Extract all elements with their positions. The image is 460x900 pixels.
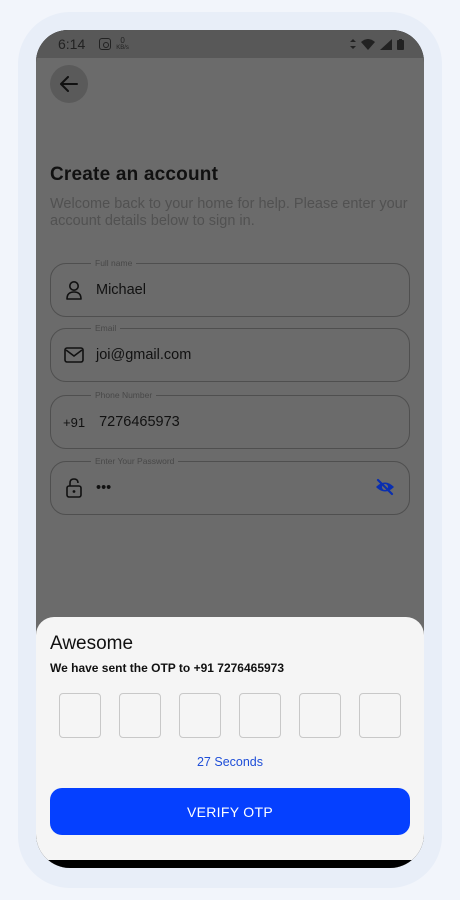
status-time: 6:14: [58, 36, 86, 52]
mail-icon: [63, 344, 85, 366]
instagram-icon: [99, 38, 112, 50]
eye-off-icon[interactable]: [375, 478, 395, 501]
arrow-left-icon: [60, 76, 78, 92]
full-name-field[interactable]: Full name Michael: [50, 257, 410, 317]
email-value: joi@gmail.com: [96, 347, 192, 363]
full-name-label: Full name: [91, 257, 137, 269]
otp-timer: 27 Seconds: [196, 755, 264, 769]
password-field[interactable]: Enter Your Password •••: [50, 455, 410, 515]
otp-digit-input[interactable]: [239, 693, 281, 738]
page-title: Create an account: [50, 164, 219, 185]
otp-bottom-sheet: Awesome We have sent the OTP to +91 7276…: [36, 617, 424, 868]
wifi-icon: [361, 38, 375, 50]
otp-sheet-title: Awesome: [50, 633, 134, 654]
phone-screen: 6:14 0 KB/s Create an account Welcome ba…: [36, 30, 424, 868]
status-bar: 6:14 0 KB/s: [36, 30, 424, 58]
page-subtitle: Welcome back to your home for help. Plea…: [50, 196, 408, 229]
network-speed-unit: KB/s: [116, 45, 129, 51]
otp-sheet-message: We have sent the OTP to +91 7276465973: [50, 661, 285, 675]
battery-icon: [397, 38, 404, 50]
data-arrows-icon: [350, 39, 356, 49]
otp-digit-input[interactable]: [179, 693, 221, 738]
email-field[interactable]: Email joi@gmail.com: [50, 322, 410, 382]
phone-field[interactable]: Phone Number +91 7276465973: [50, 389, 410, 449]
otp-input-row: [59, 693, 401, 738]
password-value: •••: [96, 480, 112, 496]
user-icon: [63, 279, 85, 301]
country-code: +91: [63, 414, 86, 430]
lock-icon: [63, 477, 85, 499]
phone-label: Phone Number: [91, 389, 157, 401]
otp-digit-input[interactable]: [359, 693, 401, 738]
back-button[interactable]: [50, 65, 88, 103]
network-speed: 0 KB/s: [116, 36, 129, 52]
otp-digit-input[interactable]: [299, 693, 341, 738]
home-indicator-bar: [36, 860, 424, 868]
status-icons: [350, 38, 404, 50]
phone-value: 7276465973: [99, 414, 180, 430]
otp-digit-input[interactable]: [119, 693, 161, 738]
network-speed-value: 0: [120, 36, 125, 45]
password-label: Enter Your Password: [91, 455, 179, 467]
verify-otp-button[interactable]: VERIFY OTP: [50, 788, 410, 835]
full-name-value: Michael: [96, 282, 146, 298]
signal-icon: [380, 38, 392, 50]
email-label: Email: [91, 322, 121, 334]
otp-digit-input[interactable]: [59, 693, 101, 738]
